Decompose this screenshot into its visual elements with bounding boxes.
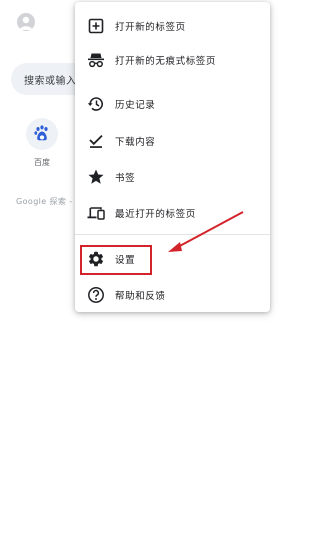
menu-item-bookmarks[interactable]: 书签	[75, 161, 270, 193]
menu-item-label: 历史记录	[115, 100, 156, 111]
help-icon	[87, 286, 105, 304]
overflow-menu: 打开新的标签页 打开新的无痕式标签页 历史记录 下载内容 书签 最近打开的标签页…	[75, 2, 270, 312]
incognito-icon	[87, 51, 105, 69]
star-icon	[87, 168, 105, 186]
baidu-icon-circle	[26, 118, 58, 150]
baidu-paw-icon	[34, 125, 48, 141]
download-icon	[87, 132, 105, 150]
account-avatar[interactable]	[17, 13, 35, 31]
settings-highlight-box	[80, 245, 152, 275]
shortcut-baidu[interactable]: 百度	[22, 114, 62, 170]
menu-item-label: 打开新的无痕式标签页	[115, 56, 217, 67]
menu-item-recent-tabs[interactable]: 最近打开的标签页	[75, 197, 270, 229]
menu-item-label: 书签	[115, 173, 136, 184]
shortcut-label: 百度	[34, 158, 50, 167]
menu-item-label: 打开新的标签页	[115, 22, 186, 33]
menu-item-label: 下载内容	[115, 137, 156, 148]
menu-item-label: 帮助和反馈	[115, 291, 166, 302]
menu-item-help-feedback[interactable]: 帮助和反馈	[75, 279, 270, 311]
menu-divider	[75, 234, 270, 235]
history-icon	[87, 95, 105, 113]
plus-box-icon	[87, 17, 105, 35]
menu-item-label: 最近打开的标签页	[115, 209, 196, 220]
person-icon	[19, 16, 33, 30]
menu-item-history[interactable]: 历史记录	[75, 88, 270, 120]
devices-icon	[87, 204, 105, 222]
google-discover-hint: Google 探索 - E	[16, 197, 81, 206]
menu-item-new-incognito-tab[interactable]: 打开新的无痕式标签页	[75, 44, 270, 76]
menu-item-new-tab[interactable]: 打开新的标签页	[75, 10, 270, 42]
menu-item-downloads[interactable]: 下载内容	[75, 125, 270, 157]
